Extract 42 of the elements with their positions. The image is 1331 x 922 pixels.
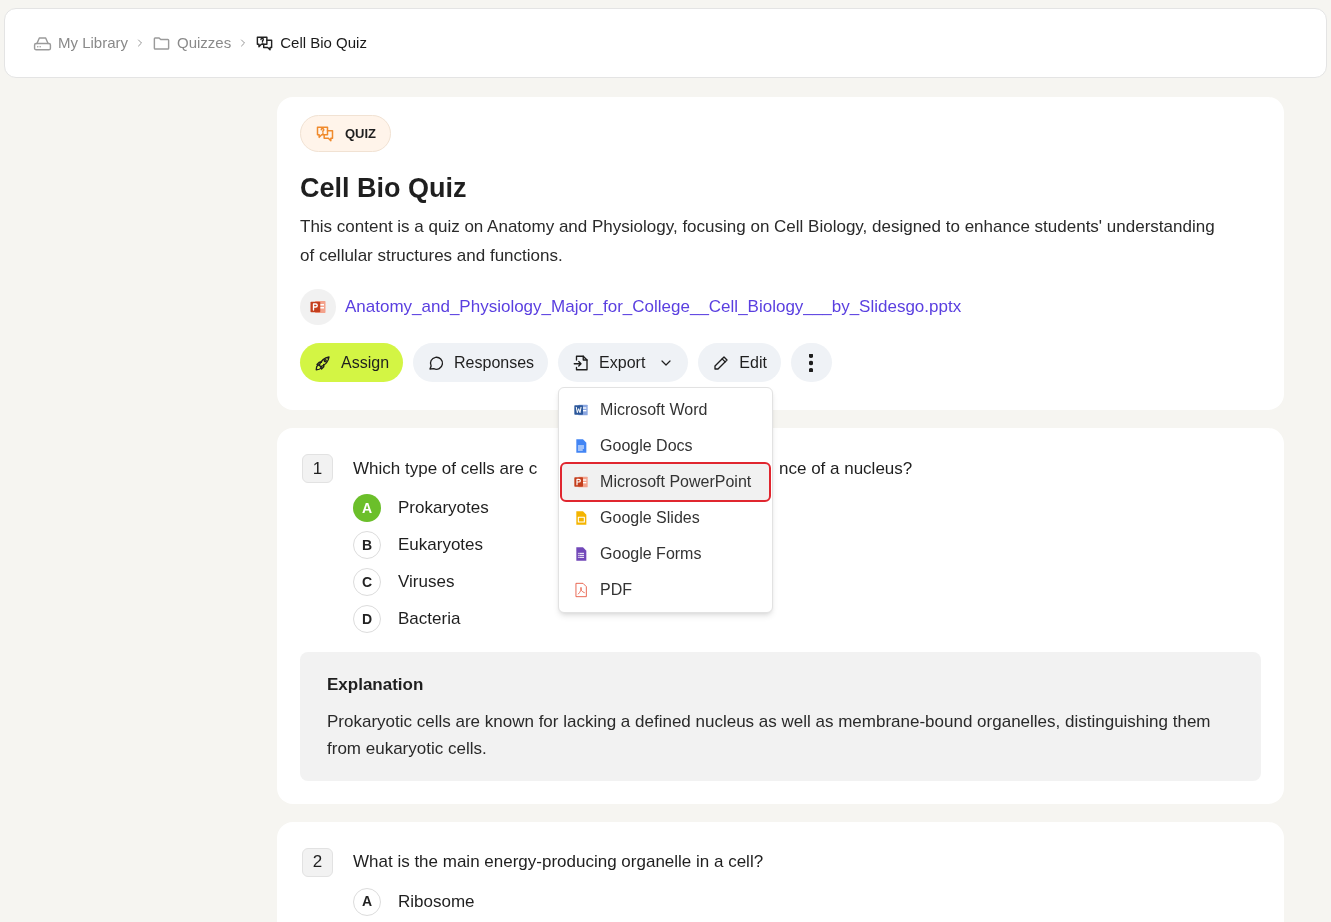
- powerpoint-icon: [309, 298, 327, 316]
- option-letter: A: [353, 887, 381, 916]
- explanation-text: Prokaryotic cells are known for lacking a defined nucleus as well as membrane-bound organelles, distinguishing them from eukaryotic cells.: [327, 710, 1212, 760]
- file-link[interactable]: Anatomy_and_Physiology_Major_for_College__Cell_Biology___by_Slidesgo.pptx: [345, 294, 962, 320]
- option-text: Ribosome: [398, 890, 475, 913]
- export-icon: [572, 353, 591, 372]
- rocket-icon: [314, 353, 332, 372]
- menu-item[interactable]: Microsoft Word: [562, 392, 770, 428]
- option-letter: B: [353, 531, 381, 559]
- option-text: Prokaryotes: [398, 497, 489, 520]
- quiz-description: This content is a quiz on Anatomy and Physiology, focusing on Cell Biology, designed to enhance students' understanding of cellular structures and functions.: [300, 216, 1215, 267]
- powerpoint-icon: [573, 474, 590, 490]
- breadcrumb-current: Cell Bio Quiz: [280, 32, 367, 53]
- option-letter: D: [353, 605, 381, 633]
- quiz-icon: [255, 33, 275, 53]
- breadcrumb-link[interactable]: My Library: [58, 31, 128, 55]
- option-text: Bacteria: [398, 608, 461, 631]
- option-text: Eukaryotes: [398, 534, 484, 557]
- menu-item[interactable]: Microsoft PowerPoint: [562, 464, 770, 500]
- question-text: nce of a nucleus?: [779, 457, 913, 480]
- assign-button[interactable]: Assign: [300, 343, 404, 382]
- question-text: What is the main energy-producing organelle in a cell?: [353, 851, 764, 874]
- question-text: Which type of cells are c: [353, 457, 539, 480]
- export-button[interactable]: Export: [558, 343, 689, 382]
- more-button[interactable]: [790, 343, 832, 382]
- question-number: 1: [302, 454, 333, 483]
- option-letter: A: [353, 494, 381, 522]
- word-icon: [573, 402, 590, 418]
- pdf-icon: [573, 582, 590, 598]
- more-icon: [809, 353, 814, 372]
- responses-button[interactable]: Responses: [413, 343, 549, 382]
- option-text: Viruses: [398, 571, 455, 594]
- option-letter: C: [353, 568, 381, 596]
- menu-item[interactable]: Google Forms: [562, 536, 770, 572]
- menu-item[interactable]: PDF: [562, 572, 770, 608]
- menu-item[interactable]: Google Slides: [562, 500, 770, 536]
- explanation-title: Explanation: [327, 674, 425, 696]
- badge-label: QUIZ: [345, 124, 377, 143]
- quiz-title: Cell Bio Quiz: [300, 172, 467, 204]
- question-number: 2: [302, 847, 333, 877]
- edit-button[interactable]: Edit: [698, 343, 781, 382]
- menu-item[interactable]: Google Docs: [562, 428, 770, 464]
